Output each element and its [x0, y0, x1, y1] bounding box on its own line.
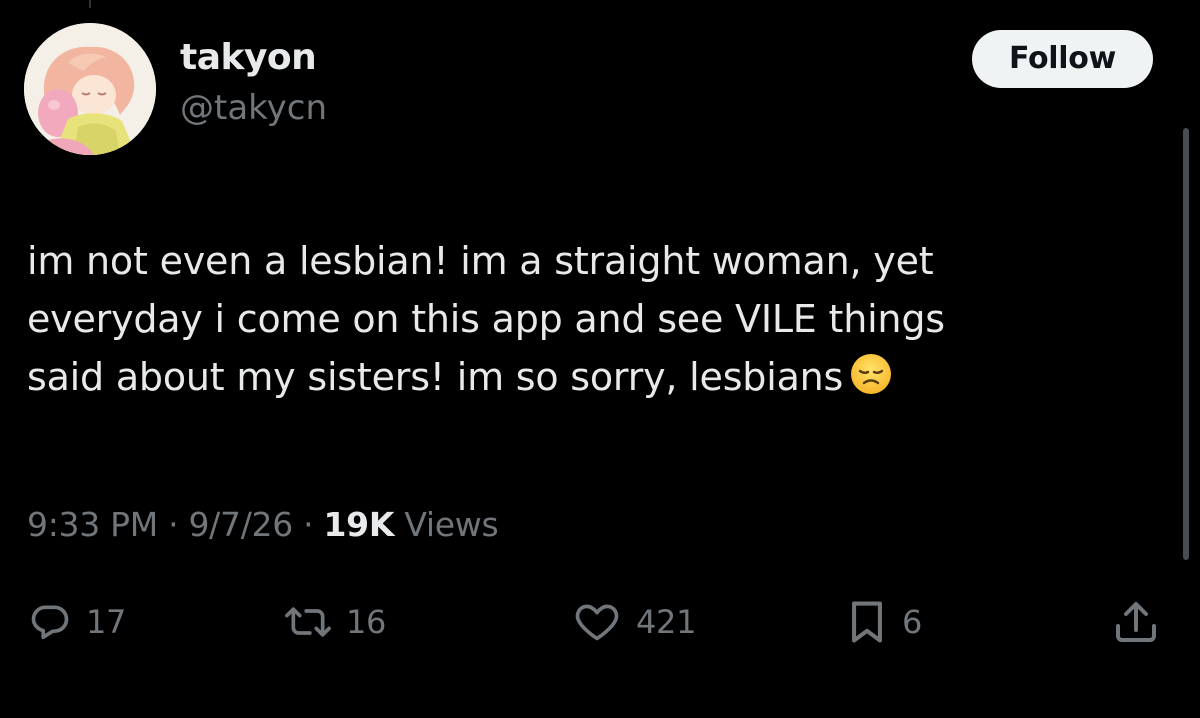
thread-connector — [89, 0, 91, 8]
scrollbar[interactable] — [1183, 128, 1189, 560]
repost-icon — [285, 607, 331, 637]
tweet-time[interactable]: 9:33 PM — [27, 505, 158, 544]
views-count: 19K — [323, 505, 395, 544]
reply-icon — [31, 605, 69, 640]
heart-icon — [575, 604, 619, 641]
follow-button[interactable]: Follow — [972, 30, 1153, 88]
meta-separator: · — [303, 505, 314, 544]
share-icon — [1116, 602, 1156, 642]
action-bar: 17 16 421 6 — [0, 592, 1200, 652]
tweet-text-line: im not even a lesbian! im a straight wom… — [27, 239, 934, 283]
tweet-date[interactable]: 9/7/26 — [188, 505, 293, 544]
avatar[interactable] — [24, 23, 156, 155]
anime-character-avatar-icon — [24, 23, 156, 155]
repost-count: 16 — [346, 603, 387, 641]
tweet-card: takyon @takycn Follow im not even a lesb… — [0, 0, 1200, 718]
tweet-text-line-content: said about my sisters! im so sorry, lesb… — [27, 355, 844, 399]
bookmark-count: 6 — [902, 603, 923, 641]
display-name[interactable]: takyon — [180, 34, 327, 82]
views-label: Views — [404, 505, 499, 544]
reply-count: 17 — [86, 603, 127, 641]
tweet-text-line: everyday i come on this app and see VILE… — [27, 297, 945, 341]
share-button[interactable] — [1112, 592, 1160, 652]
repost-button[interactable]: 16 — [284, 592, 386, 652]
tweet-metadata: 9:33 PM · 9/7/26 · 19K Views — [27, 500, 499, 550]
like-count: 421 — [636, 603, 697, 641]
tweet-text: im not even a lesbian! im a straight wom… — [27, 232, 1147, 406]
disappointed-face-icon — [849, 352, 893, 396]
reply-button[interactable]: 17 — [28, 592, 126, 652]
like-button[interactable]: 421 — [572, 592, 696, 652]
bookmark-icon — [852, 601, 882, 643]
meta-separator: · — [168, 505, 179, 544]
tweet-text-line: said about my sisters! im so sorry, lesb… — [27, 348, 1147, 406]
bookmark-button[interactable]: 6 — [846, 592, 922, 652]
author-info: takyon @takycn — [180, 34, 327, 132]
user-handle[interactable]: @takycn — [180, 84, 327, 132]
